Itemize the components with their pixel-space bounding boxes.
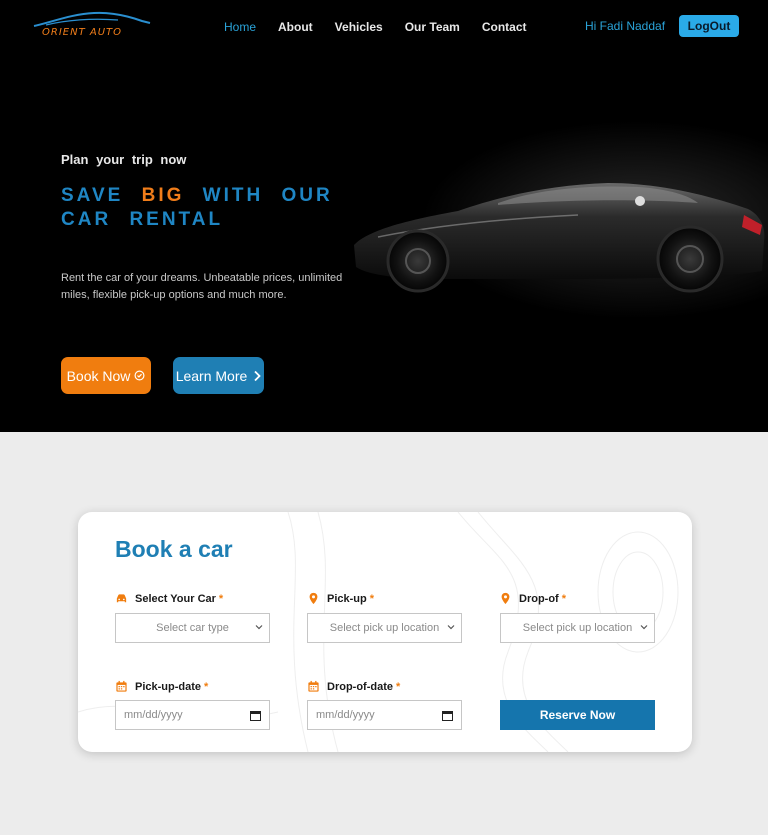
nav-about[interactable]: About [278, 20, 313, 34]
brand-logo[interactable]: ORIENT AUTO [32, 10, 154, 44]
chevron-down-icon [255, 625, 263, 630]
nav-contact[interactable]: Contact [482, 20, 527, 34]
car-type-select-value: Select car type [156, 622, 229, 634]
car-field-label: Select Your Car * [115, 592, 223, 605]
location-pin-icon [309, 592, 318, 605]
pickup-field-label: Pick-up * [307, 592, 374, 605]
dropoff-date-label-text: Drop-of-date [327, 680, 393, 693]
user-greeting: Hi Fadi Naddaf [585, 19, 666, 33]
hero-car-image [354, 183, 765, 293]
calendar-icon [116, 680, 127, 692]
hero-headline: SAVE BIG WITH OUR CAR RENTAL [61, 184, 381, 232]
nav-our-team[interactable]: Our Team [405, 20, 460, 34]
chevron-down-icon [640, 625, 648, 630]
pickup-date-label-text: Pick-up-date [135, 680, 202, 693]
hero-section: ORIENT AUTO Home About Vehicles Our Team… [0, 0, 768, 432]
logout-button[interactable]: LogOut [679, 15, 739, 37]
book-now-button[interactable]: Book Now [61, 357, 151, 394]
nav-home[interactable]: Home [224, 20, 256, 34]
main-nav: Home About Vehicles Our Team Contact [224, 20, 549, 34]
pickup-location-select[interactable]: Select pick up location [307, 613, 462, 643]
dropoff-date-placeholder: mm/dd/yyyy [316, 709, 375, 721]
dropoff-location-select-value: Select pick up location [522, 622, 633, 634]
pickup-date-field-label: Pick-up-date * [115, 680, 208, 693]
dropoff-label-text: Drop-of [519, 592, 559, 605]
learn-more-label: Learn More [175, 367, 248, 384]
circle-check-icon [134, 370, 145, 381]
required-mark: * [218, 592, 224, 605]
reserve-now-button[interactable]: Reserve Now [500, 700, 655, 730]
pickup-date-input[interactable]: mm/dd/yyyy [115, 700, 270, 730]
date-picker-icon[interactable] [442, 710, 453, 721]
booking-card: Book a car Select Your Car * Select car t… [78, 512, 692, 752]
car-type-select[interactable]: Select car type [115, 613, 270, 643]
dropoff-field-label: Drop-of * [499, 592, 566, 605]
required-mark: * [204, 680, 209, 693]
required-mark: * [369, 592, 375, 605]
learn-more-button[interactable]: Learn More [173, 357, 264, 394]
pickup-date-placeholder: mm/dd/yyyy [124, 709, 183, 721]
calendar-icon [308, 680, 319, 692]
required-mark: * [561, 592, 566, 605]
chevron-down-icon [447, 625, 455, 630]
book-now-label: Book Now [66, 367, 131, 384]
hero-description: Rent the car of your dreams. Unbeatable … [61, 272, 343, 301]
booking-title: Book a car [115, 536, 233, 562]
hero-eyebrow: Plan your trip now [61, 152, 187, 167]
dropoff-location-select[interactable]: Select pick up location [500, 613, 655, 643]
nav-vehicles[interactable]: Vehicles [335, 20, 383, 34]
required-mark: * [396, 680, 401, 693]
car-label-text: Select Your Car [135, 592, 216, 605]
location-pin-icon [501, 592, 510, 605]
brand-name: ORIENT AUTO [42, 27, 122, 38]
chevron-right-icon [254, 370, 262, 381]
pickup-label-text: Pick-up [327, 592, 367, 605]
pickup-location-select-value: Select pick up location [329, 622, 440, 634]
date-picker-icon[interactable] [250, 710, 261, 721]
dropoff-date-input[interactable]: mm/dd/yyyy [307, 700, 462, 730]
dropoff-date-field-label: Drop-of-date * [307, 680, 400, 693]
car-icon [116, 594, 127, 603]
headline-part-1: SAVE [61, 185, 142, 206]
headline-highlight: BIG [141, 185, 185, 206]
